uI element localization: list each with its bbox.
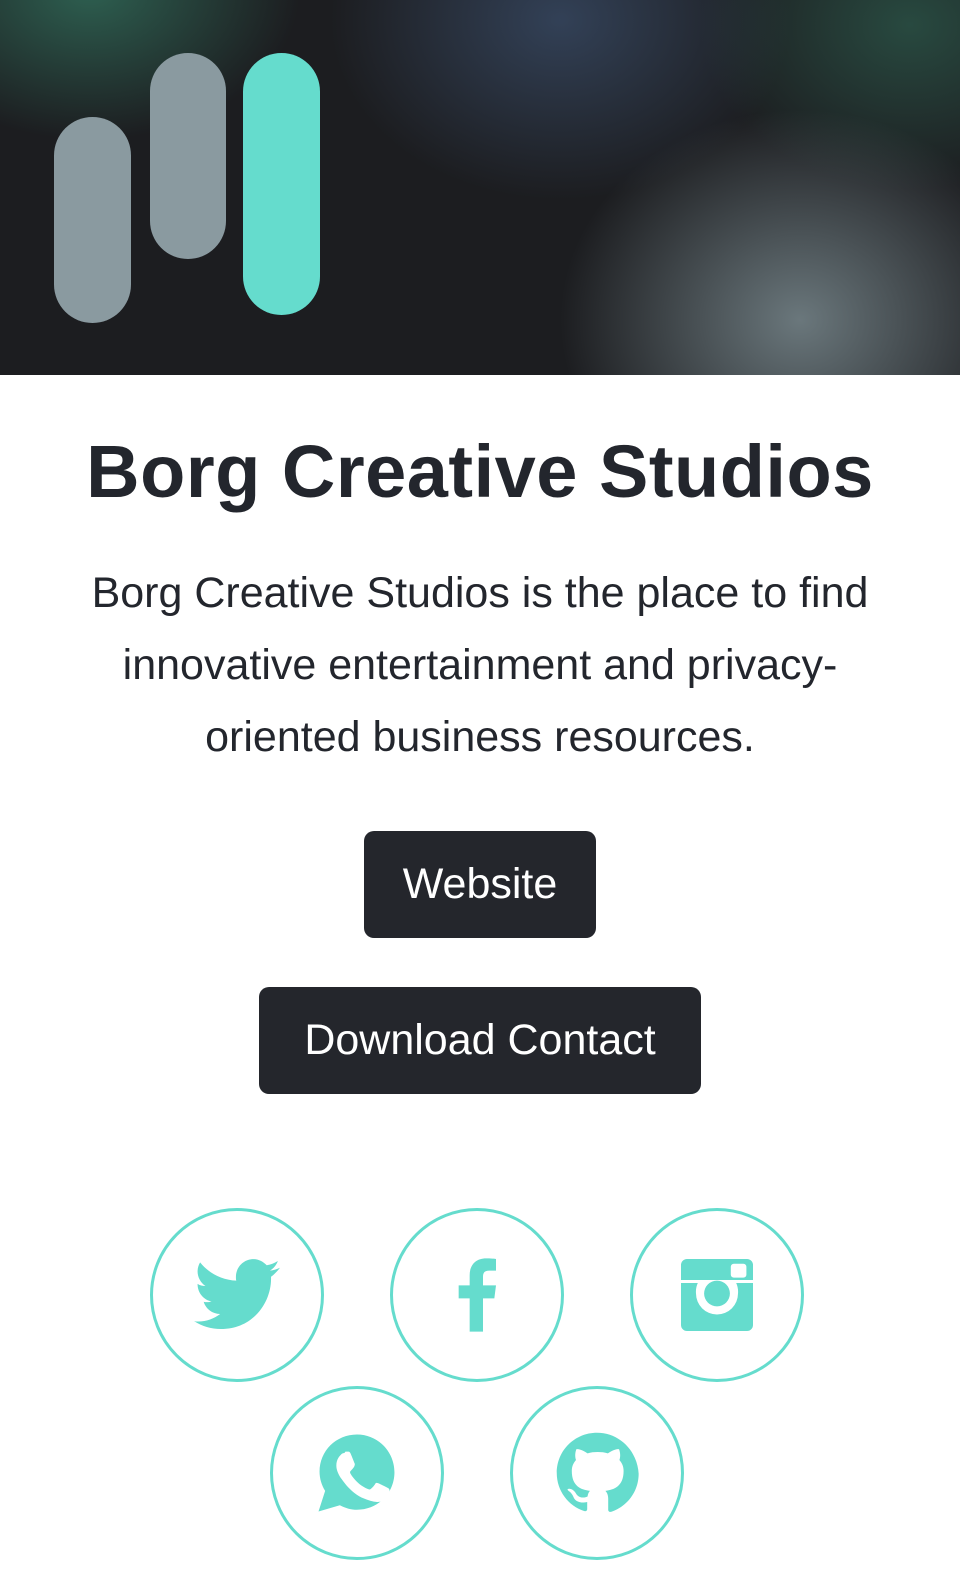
profile-section: Borg Creative Studios Borg Creative Stud… — [0, 375, 960, 1094]
instagram-link[interactable] — [630, 1208, 804, 1382]
github-link[interactable] — [510, 1386, 684, 1560]
whatsapp-link[interactable] — [270, 1386, 444, 1560]
profile-description: Borg Creative Studios is the place to fi… — [91, 569, 869, 761]
header-banner — [0, 0, 960, 375]
facebook-link[interactable] — [390, 1208, 564, 1382]
github-icon — [556, 1432, 639, 1512]
link-page: Borg Creative Studios Borg Creative Stud… — [0, 0, 960, 1589]
download-contact-button[interactable]: Download Contact — [259, 987, 701, 1094]
whatsapp-icon — [318, 1434, 395, 1512]
facebook-icon — [458, 1258, 496, 1332]
website-button[interactable]: Website — [364, 831, 596, 938]
twitter-icon — [194, 1259, 280, 1330]
twitter-link[interactable] — [150, 1208, 324, 1382]
instagram-icon — [681, 1259, 753, 1331]
page-title: Borg Creative Studios — [86, 430, 874, 513]
studio-logo — [54, 53, 320, 323]
